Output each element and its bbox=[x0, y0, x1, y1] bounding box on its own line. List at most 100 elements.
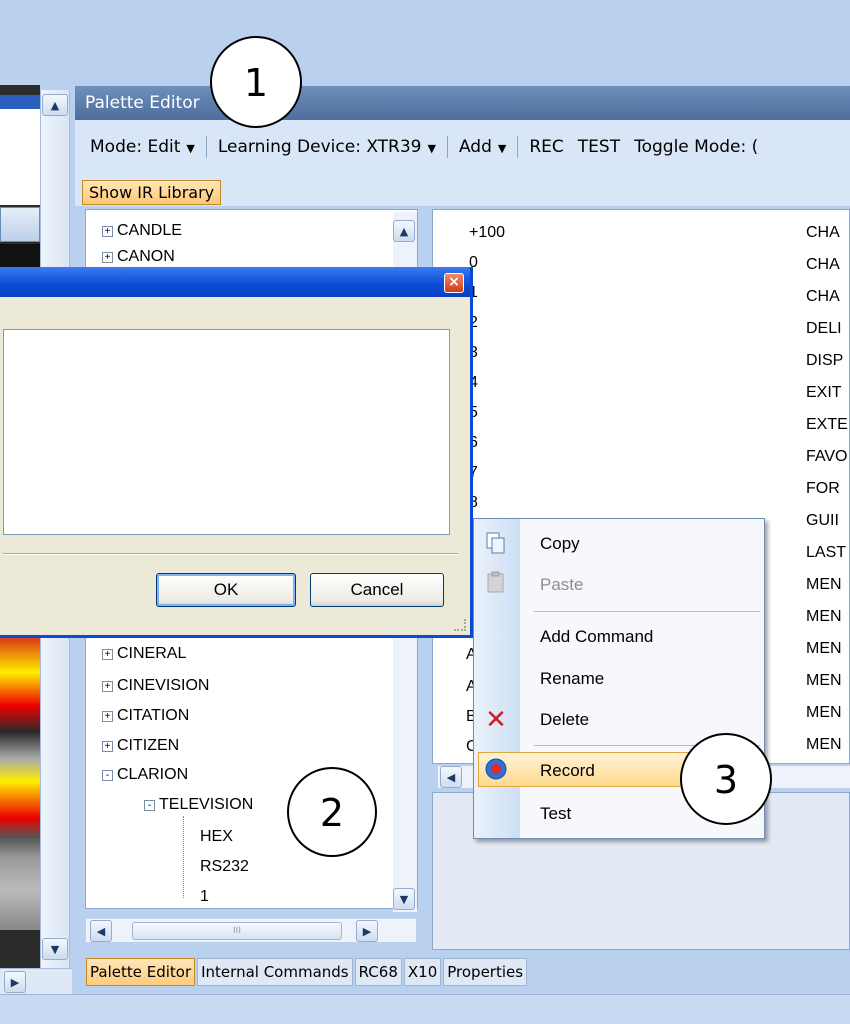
record-icon bbox=[484, 757, 508, 781]
tree-item-label: TELEVISION bbox=[159, 796, 254, 813]
command-right-cell[interactable]: DELI bbox=[806, 320, 842, 338]
add-dropdown[interactable]: Add ▼ bbox=[459, 137, 506, 157]
tree-item-canon[interactable]: + CANON bbox=[102, 248, 175, 266]
tree-item-cinevision[interactable]: + CINEVISION bbox=[102, 677, 209, 695]
command-right-cell[interactable]: CHA bbox=[806, 224, 840, 242]
scroll-down-arrow-icon[interactable]: ▼ bbox=[393, 888, 415, 910]
command-right-cell[interactable]: GUII bbox=[806, 512, 839, 530]
mode-label: Mode: Edit bbox=[90, 137, 181, 157]
tree-item-label: 1 bbox=[200, 888, 209, 905]
expand-icon[interactable]: + bbox=[102, 711, 113, 722]
expand-icon[interactable]: + bbox=[102, 741, 113, 752]
scroll-up-arrow-icon[interactable]: ▲ bbox=[42, 94, 68, 116]
command-right-cell[interactable]: MEN bbox=[806, 672, 842, 690]
tab-properties[interactable]: Properties bbox=[443, 958, 528, 986]
status-bar bbox=[0, 994, 850, 1024]
scroll-down-arrow-icon[interactable]: ▼ bbox=[42, 938, 68, 960]
menu-icon-gutter bbox=[474, 519, 520, 838]
dialog-text-area[interactable] bbox=[3, 329, 450, 535]
callout-3: 3 bbox=[680, 733, 772, 825]
menu-item-delete[interactable]: Delete bbox=[540, 710, 589, 730]
scroll-right-arrow-icon[interactable]: ▶ bbox=[356, 920, 378, 942]
tree-item-hex[interactable]: HEX bbox=[200, 828, 233, 846]
tree-item-label: CITIZEN bbox=[117, 737, 180, 754]
menu-separator bbox=[534, 611, 760, 612]
tree-item-label: CANDLE bbox=[117, 222, 182, 239]
resize-grip-icon[interactable] bbox=[454, 619, 466, 631]
command-right-cell[interactable]: CHA bbox=[806, 288, 840, 306]
command-right-cell[interactable]: EXIT bbox=[806, 384, 842, 402]
menu-item-rename[interactable]: Rename bbox=[540, 669, 604, 689]
command-right-cell[interactable]: MEN bbox=[806, 640, 842, 658]
tree-item-citizen[interactable]: + CITIZEN bbox=[102, 737, 179, 755]
tree-item-citation[interactable]: + CITATION bbox=[102, 707, 189, 725]
scroll-right-arrow-icon[interactable]: ▶ bbox=[4, 971, 26, 993]
tree-item-candle[interactable]: + CANDLE bbox=[102, 222, 182, 240]
command-right-cell[interactable]: DISP bbox=[806, 352, 843, 370]
collapse-icon[interactable]: - bbox=[144, 800, 155, 811]
tab-x10[interactable]: X10 bbox=[403, 958, 442, 986]
tab-internal-commands[interactable]: Internal Commands bbox=[197, 958, 353, 986]
command-right-cell[interactable]: MEN bbox=[806, 704, 842, 722]
tree-item-1[interactable]: 1 bbox=[200, 888, 209, 906]
scroll-thumb[interactable]: III bbox=[132, 922, 342, 940]
callout-2: 2 bbox=[287, 767, 377, 857]
tree-item-label: CITATION bbox=[117, 707, 190, 724]
menu-item-test[interactable]: Test bbox=[540, 804, 571, 824]
palette-editor-title-bar: Palette Editor bbox=[75, 86, 850, 120]
close-icon[interactable]: × bbox=[444, 273, 464, 293]
command-right-cell[interactable]: MEN bbox=[806, 736, 842, 754]
copy-icon bbox=[484, 531, 508, 555]
tree-connector-line bbox=[183, 816, 184, 898]
tab-rc68[interactable]: RC68 bbox=[354, 958, 402, 986]
collapse-icon[interactable]: - bbox=[102, 770, 113, 781]
callout-1: 1 bbox=[210, 36, 302, 128]
rec-button[interactable]: REC bbox=[529, 137, 563, 157]
tree-item-label: HEX bbox=[200, 828, 233, 845]
tree-item-label: CINERAL bbox=[117, 645, 187, 662]
command-right-cell[interactable]: FAVO bbox=[806, 448, 848, 466]
tree-item-label: RS232 bbox=[200, 858, 249, 875]
chevron-down-icon: ▼ bbox=[186, 142, 195, 155]
command-right-cell[interactable]: FOR bbox=[806, 480, 840, 498]
command-right-cell[interactable]: MEN bbox=[806, 608, 842, 626]
tree-item-television[interactable]: - TELEVISION bbox=[144, 796, 253, 814]
tree-item-cineral[interactable]: + CINERAL bbox=[102, 645, 186, 663]
menu-item-record[interactable]: Record bbox=[540, 761, 595, 781]
scroll-left-arrow-icon[interactable]: ◀ bbox=[90, 920, 112, 942]
cancel-button[interactable]: Cancel bbox=[310, 573, 444, 607]
command-right-cell[interactable]: CHA bbox=[806, 256, 840, 274]
tree-item-rs232[interactable]: RS232 bbox=[200, 858, 249, 876]
command-right-cell[interactable]: MEN bbox=[806, 576, 842, 594]
command-left-cell[interactable]: +100 bbox=[469, 224, 505, 242]
command-right-cell[interactable]: EXTE bbox=[806, 416, 848, 434]
dialog-divider bbox=[3, 553, 458, 555]
toolbar-divider bbox=[446, 136, 448, 158]
menu-item-add-command[interactable]: Add Command bbox=[540, 627, 653, 647]
menu-item-paste[interactable]: Paste bbox=[540, 575, 583, 595]
dialog-title-bar[interactable]: × bbox=[0, 267, 470, 297]
command-right-cell[interactable]: LAST bbox=[806, 544, 846, 562]
chevron-down-icon: ▼ bbox=[427, 142, 436, 155]
expand-icon[interactable]: + bbox=[102, 681, 113, 692]
tree-item-label: CANON bbox=[117, 248, 175, 265]
learning-device-dropdown[interactable]: Learning Device: XTR39 ▼ bbox=[218, 137, 436, 157]
expand-icon[interactable]: + bbox=[102, 226, 113, 237]
tree-item-clarion[interactable]: - CLARION bbox=[102, 766, 188, 784]
expand-icon[interactable]: + bbox=[102, 252, 113, 263]
menu-item-copy[interactable]: Copy bbox=[540, 534, 580, 554]
add-label: Add bbox=[458, 137, 492, 157]
scroll-up-arrow-icon[interactable]: ▲ bbox=[393, 220, 415, 242]
ok-button[interactable]: OK bbox=[156, 573, 296, 607]
scroll-left-arrow-icon[interactable]: ◀ bbox=[440, 766, 462, 788]
mode-dropdown[interactable]: Mode: Edit ▼ bbox=[90, 137, 195, 157]
expand-icon[interactable]: + bbox=[102, 649, 113, 660]
toggle-mode-button[interactable]: Toggle Mode: ( bbox=[634, 137, 758, 157]
tab-palette-editor[interactable]: Palette Editor bbox=[86, 958, 196, 986]
show-ir-library-button[interactable]: Show IR Library bbox=[82, 180, 222, 205]
delete-x-icon: ✕ bbox=[485, 705, 507, 735]
tree-item-label: CINEVISION bbox=[117, 677, 210, 694]
background-app-panel bbox=[0, 95, 40, 205]
test-button[interactable]: TEST bbox=[578, 137, 620, 157]
left-bottom-scroll[interactable]: ▶ bbox=[0, 968, 72, 994]
